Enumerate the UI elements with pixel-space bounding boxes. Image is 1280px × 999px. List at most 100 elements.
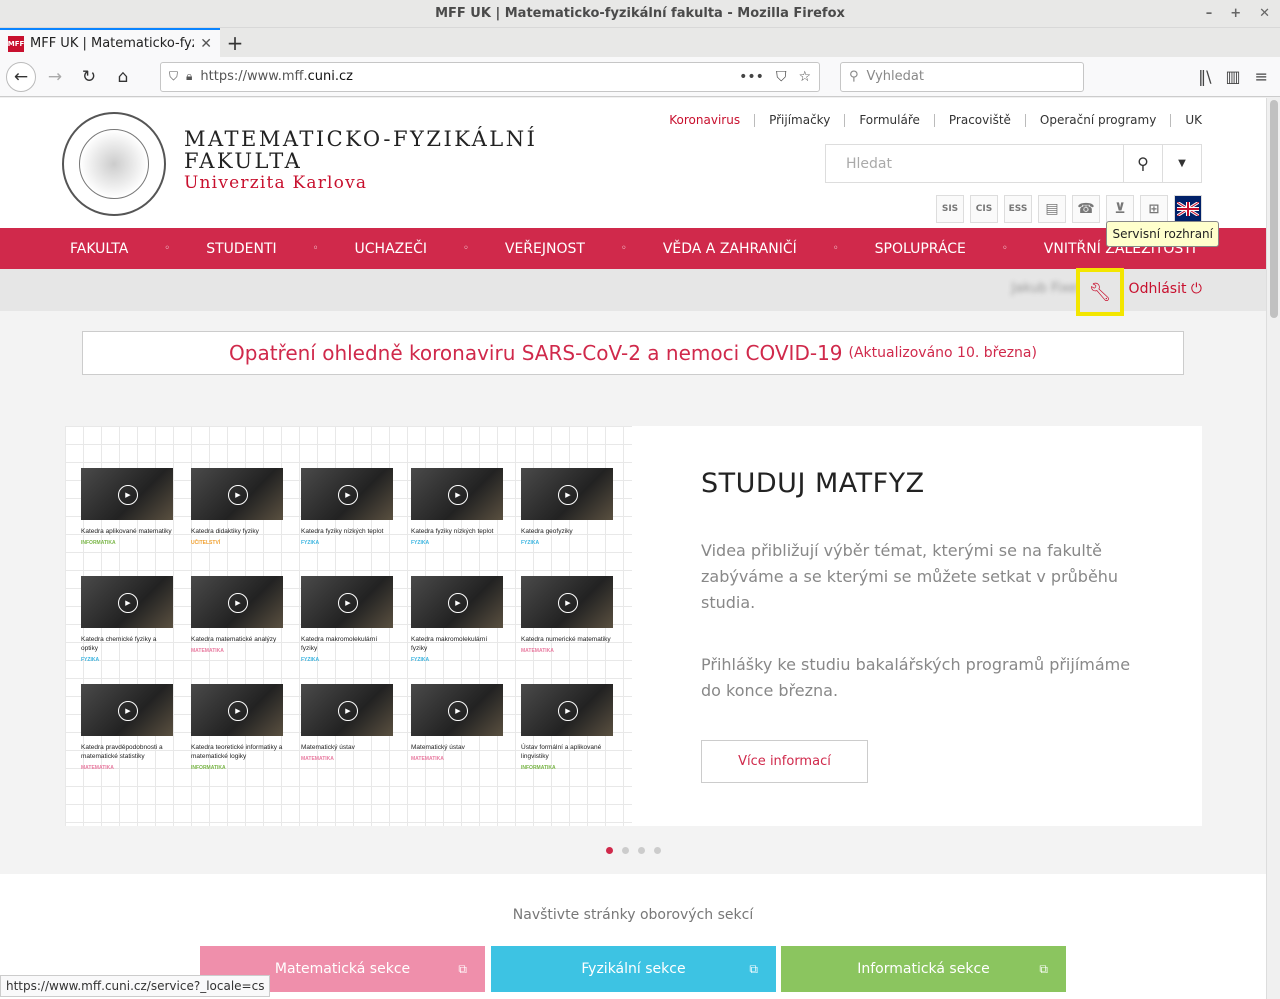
faculty-logo-text[interactable]: MATEMATICKO-FYZIKÁLNÍ FAKULTA Univerzita… <box>184 128 537 194</box>
lock-icon[interactable]: 🔒︎ <box>186 69 192 84</box>
sis-button[interactable]: SIS <box>936 195 964 223</box>
search-icon: ⚲ <box>1137 154 1149 173</box>
scrollbar-thumb[interactable] <box>1270 100 1278 318</box>
phone-icon[interactable]: ☎ <box>1072 195 1100 223</box>
video-title: Katedra geofyziky <box>521 528 573 535</box>
more-info-button[interactable]: Více informací <box>701 740 868 783</box>
ess-button[interactable]: ESS <box>1004 195 1032 223</box>
maximize-icon[interactable]: + <box>1230 6 1241 21</box>
close-window-icon[interactable]: ✕ <box>1259 6 1270 21</box>
logout-link[interactable]: Odhlásit ⏻ <box>1129 281 1202 297</box>
video-thumbnail[interactable] <box>301 468 393 520</box>
video-thumbnail[interactable] <box>411 576 503 628</box>
uk-flag-icon[interactable] <box>1174 195 1202 223</box>
video-tile[interactable]: Matematický ústav MATEMATIKA <box>411 684 503 784</box>
video-tile[interactable]: Katedra makromolekulární fyziky FYZIKA <box>411 576 503 676</box>
external-link-icon: ⧉ <box>1039 961 1048 976</box>
slider-dot[interactable] <box>606 847 613 854</box>
logo-line2: FAKULTA <box>184 149 303 173</box>
video-tile[interactable]: Katedra makromolekulární fyziky FYZIKA <box>301 576 393 676</box>
nav-verejnost[interactable]: VEŘEJNOST <box>505 241 585 257</box>
video-tag: FYZIKA <box>411 657 430 663</box>
video-thumbnail[interactable] <box>521 468 613 520</box>
close-tab-icon[interactable]: ✕ <box>200 36 212 52</box>
nav-uchazeci[interactable]: UCHAZEČI <box>355 241 427 257</box>
url-text[interactable]: https://www.mff.cuni.cz <box>200 69 731 84</box>
video-tile[interactable]: Katedra fyziky nízkých teplot FYZIKA <box>301 468 393 568</box>
video-tile[interactable]: Katedra aplikované matematiky INFORMATIKA <box>81 468 173 568</box>
nav-spoluprace[interactable]: SPOLUPRÁCE <box>875 241 966 257</box>
new-tab-button[interactable]: + <box>220 28 250 57</box>
browser-search-placeholder: Vyhledat <box>866 69 924 84</box>
toplink-formulare[interactable]: Formuláře <box>844 114 934 127</box>
browser-search-input[interactable]: ⚲ Vyhledat <box>840 61 1084 92</box>
sidebar-icon[interactable]: ▥ <box>1225 67 1240 86</box>
video-thumbnail[interactable] <box>191 468 283 520</box>
service-interface-button[interactable]: 🔧︎ <box>1076 268 1124 316</box>
search-dropdown-button[interactable]: ▼ <box>1162 145 1201 182</box>
video-tile[interactable]: Katedra teoretické informatiky a matemat… <box>191 684 283 784</box>
video-thumbnail[interactable] <box>301 684 393 736</box>
pocket-icon[interactable]: ⛉ <box>776 69 787 85</box>
video-tile[interactable]: Katedra pravděpodobnosti a matematické s… <box>81 684 173 784</box>
shield-icon[interactable]: ⛉ <box>169 69 178 84</box>
video-tile[interactable]: Katedra chemické fyziky a optiky FYZIKA <box>81 576 173 676</box>
video-tag: MATEMATIKA <box>521 648 554 654</box>
video-thumbnail[interactable] <box>191 684 283 736</box>
nav-studenti[interactable]: STUDENTI <box>206 241 276 257</box>
tab-title: MFF UK | Matematicko-fyzikál <box>30 36 194 51</box>
slider-dot[interactable] <box>638 847 645 854</box>
video-thumbnail[interactable] <box>411 468 503 520</box>
video-tile[interactable]: Katedra numerické matematiky MATEMATIKA <box>521 576 613 676</box>
back-button[interactable]: ← <box>6 61 36 92</box>
menu-icon[interactable]: ≡ <box>1255 67 1268 86</box>
search-button[interactable]: ⚲ <box>1123 145 1162 182</box>
video-thumbnail[interactable] <box>411 684 503 736</box>
sitemap-icon[interactable]: ⊞ <box>1140 195 1168 223</box>
home-button[interactable]: ⌂ <box>108 62 138 92</box>
video-tile[interactable]: Katedra fyziky nízkých teplot FYZIKA <box>411 468 503 568</box>
video-tag: INFORMATIKA <box>521 765 556 771</box>
video-tile[interactable]: Katedra matematické analýzy MATEMATIKA <box>191 576 283 676</box>
bookmark-star-icon[interactable]: ☆ <box>798 69 811 85</box>
library-icon[interactable]: ‖\ <box>1198 67 1211 86</box>
basket-icon[interactable]: ⊻ <box>1106 195 1134 223</box>
video-thumbnail[interactable] <box>81 684 173 736</box>
video-thumbnail[interactable] <box>521 576 613 628</box>
video-thumbnail[interactable] <box>81 576 173 628</box>
toplink-operacni-programy[interactable]: Operační programy <box>1024 114 1170 127</box>
toplink-uk[interactable]: UK <box>1170 114 1202 127</box>
video-tile[interactable]: Ústav formální a aplikované lingvistiky I… <box>521 684 613 784</box>
video-tag: FYZIKA <box>81 657 100 663</box>
video-thumbnail[interactable] <box>521 684 613 736</box>
toplink-koronavirus[interactable]: Koronavirus <box>655 114 754 127</box>
video-tile[interactable]: Matematický ústav MATEMATIKA <box>301 684 393 784</box>
browser-tab[interactable]: MFF MFF UK | Matematicko-fyzikál ✕ <box>0 28 220 57</box>
video-thumbnail[interactable] <box>191 576 283 628</box>
cis-button[interactable]: CIS <box>970 195 998 223</box>
slider-dot[interactable] <box>654 847 661 854</box>
toplink-pracoviste[interactable]: Pracoviště <box>933 114 1025 127</box>
nav-fakulta[interactable]: FAKULTA <box>70 241 128 257</box>
page-viewport: MATEMATICKO-FYZIKÁLNÍ FAKULTA Univerzita… <box>0 98 1266 999</box>
reload-button[interactable]: ↻ <box>74 62 104 92</box>
informatics-section-button[interactable]: Informatická sekce ⧉ <box>781 946 1066 992</box>
video-tile[interactable]: Katedra geofyziky FYZIKA <box>521 468 613 568</box>
page-actions-icon[interactable]: ••• <box>739 69 764 85</box>
covid-banner[interactable]: Opatření ohledně koronaviru SARS-CoV-2 a… <box>82 331 1184 375</box>
physics-section-button[interactable]: Fyzikální sekce ⧉ <box>491 946 776 992</box>
faculty-seal-logo[interactable] <box>62 112 166 216</box>
video-tile[interactable]: Katedra didaktiky fyziky UČITELSTVÍ <box>191 468 283 568</box>
video-thumbnail[interactable] <box>301 576 393 628</box>
toplink-prijimacky[interactable]: Přijímačky <box>754 114 844 127</box>
minimize-icon[interactable]: – <box>1206 6 1213 21</box>
video-collage[interactable]: Katedra aplikované matematiky INFORMATIKA… <box>65 426 632 826</box>
forward-button[interactable]: → <box>40 62 70 92</box>
video-thumbnail[interactable] <box>81 468 173 520</box>
url-bar[interactable]: ⛉ 🔒︎ https://www.mff.cuni.cz ••• ⛉ ☆ <box>160 61 820 92</box>
nav-veda-a-zahranici[interactable]: VĚDA A ZAHRANIČÍ <box>663 241 797 257</box>
slider-dot[interactable] <box>622 847 629 854</box>
book-icon[interactable]: ▤ <box>1038 195 1066 223</box>
site-search-input[interactable]: Hledat <box>826 145 1123 182</box>
page-scrollbar[interactable] <box>1266 98 1280 999</box>
